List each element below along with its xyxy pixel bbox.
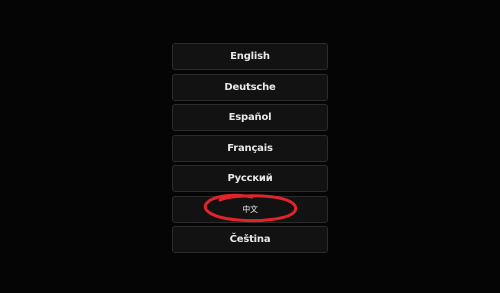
language-option-russian[interactable]: Русский [172, 165, 328, 192]
language-option-espanol[interactable]: Español [172, 104, 328, 131]
language-select-screen: English Deutsche Español Français Русски… [0, 0, 500, 293]
language-option-english[interactable]: English [172, 43, 328, 70]
language-list: English Deutsche Español Français Русски… [172, 43, 328, 257]
language-label: Français [227, 142, 273, 154]
language-label: English [230, 51, 270, 62]
language-label: Español [228, 112, 272, 123]
language-option-deutsche[interactable]: Deutsche [172, 73, 328, 101]
language-label: 中文 [242, 204, 258, 214]
language-label: Čeština [229, 234, 271, 245]
language-option-chinese[interactable]: 中文 [172, 195, 328, 223]
language-option-francais[interactable]: Français [172, 134, 328, 162]
language-label: Русский [227, 173, 273, 184]
language-label: Deutsche [224, 81, 276, 93]
language-option-czech[interactable]: Čeština [172, 226, 328, 253]
